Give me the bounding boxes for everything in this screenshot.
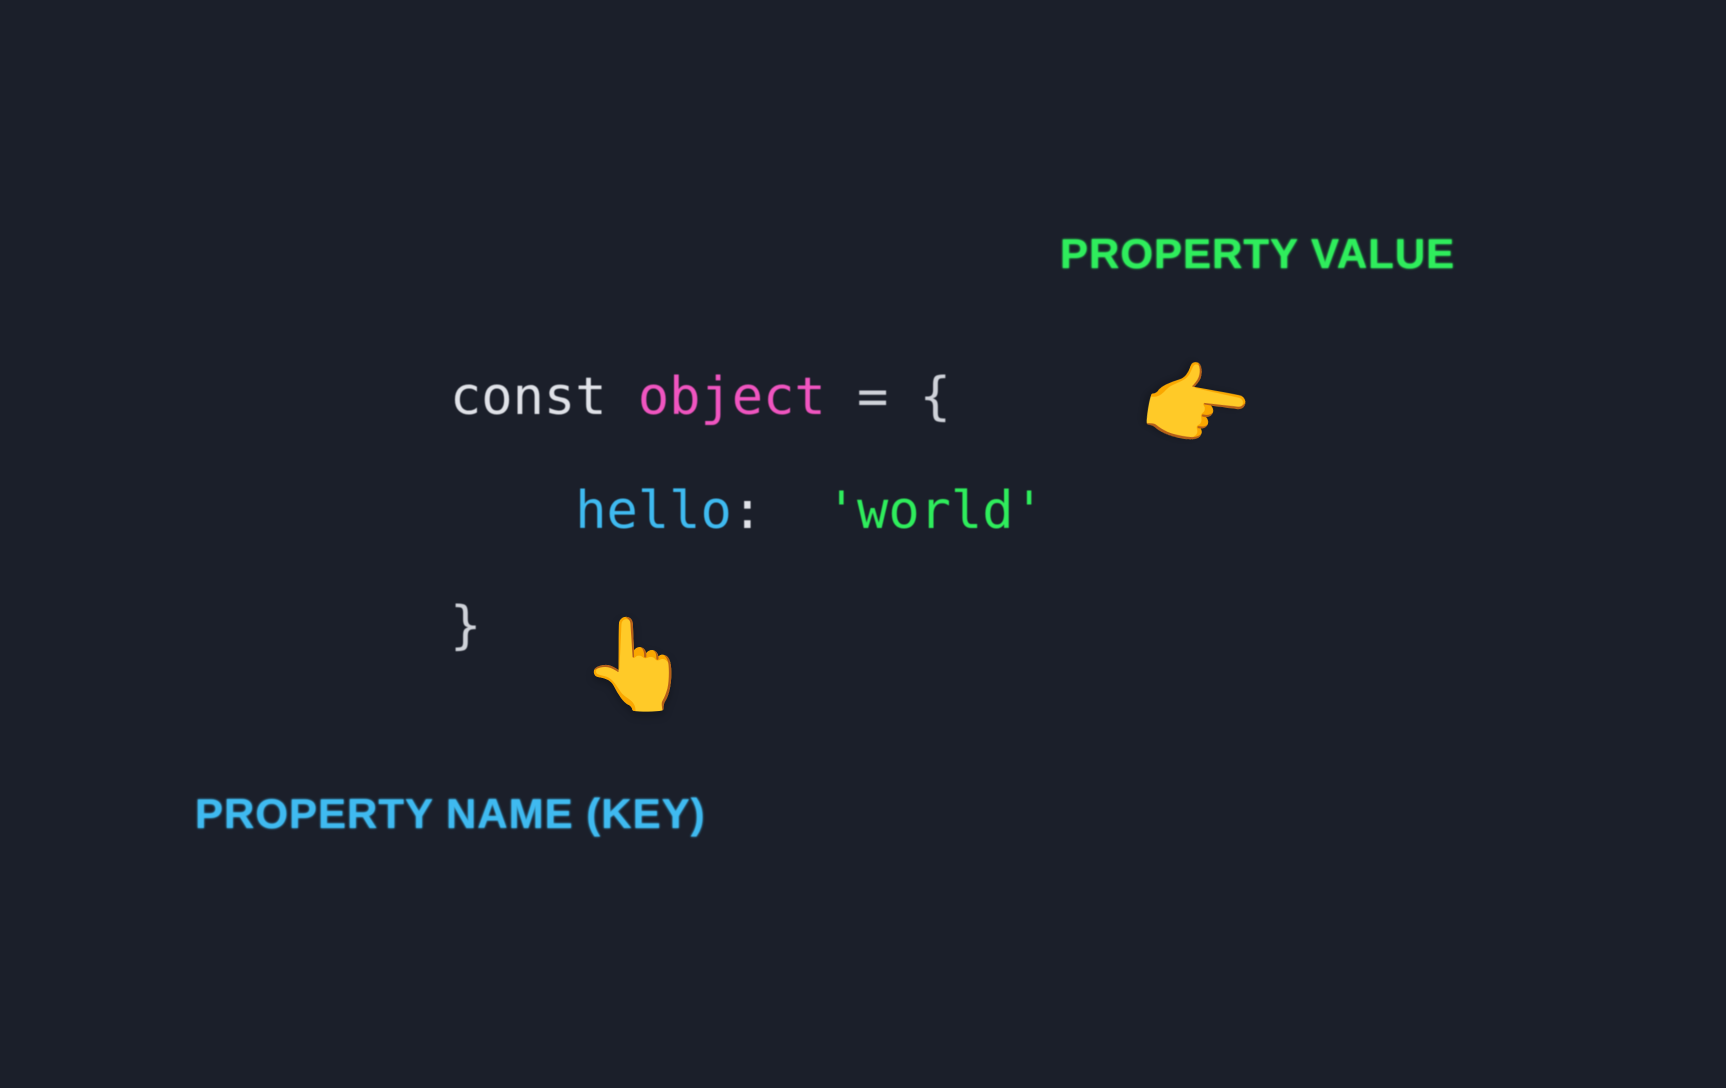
- code-snippet: const object = { hello: 'world' }: [450, 340, 1045, 683]
- code-indent: [450, 481, 575, 541]
- code-keyword-const: const: [450, 367, 638, 427]
- property-value-label: PROPERTY VALUE: [1060, 230, 1455, 278]
- pointing-hand-icon: 👆: [1142, 342, 1250, 468]
- pointing-hand-icon: 👆: [580, 620, 692, 710]
- code-colon: :: [732, 481, 826, 541]
- code-close-brace: }: [450, 596, 481, 656]
- code-property-value: 'world': [826, 481, 1045, 541]
- code-explainer-slide: PROPERTY VALUE 👆 const object = { hello:…: [0, 0, 1726, 1088]
- property-key-label: PROPERTY NAME (KEY): [195, 790, 706, 838]
- code-identifier-object: object: [638, 367, 826, 427]
- code-property-key: hello: [575, 481, 732, 541]
- code-equals-open-brace: = {: [826, 367, 951, 427]
